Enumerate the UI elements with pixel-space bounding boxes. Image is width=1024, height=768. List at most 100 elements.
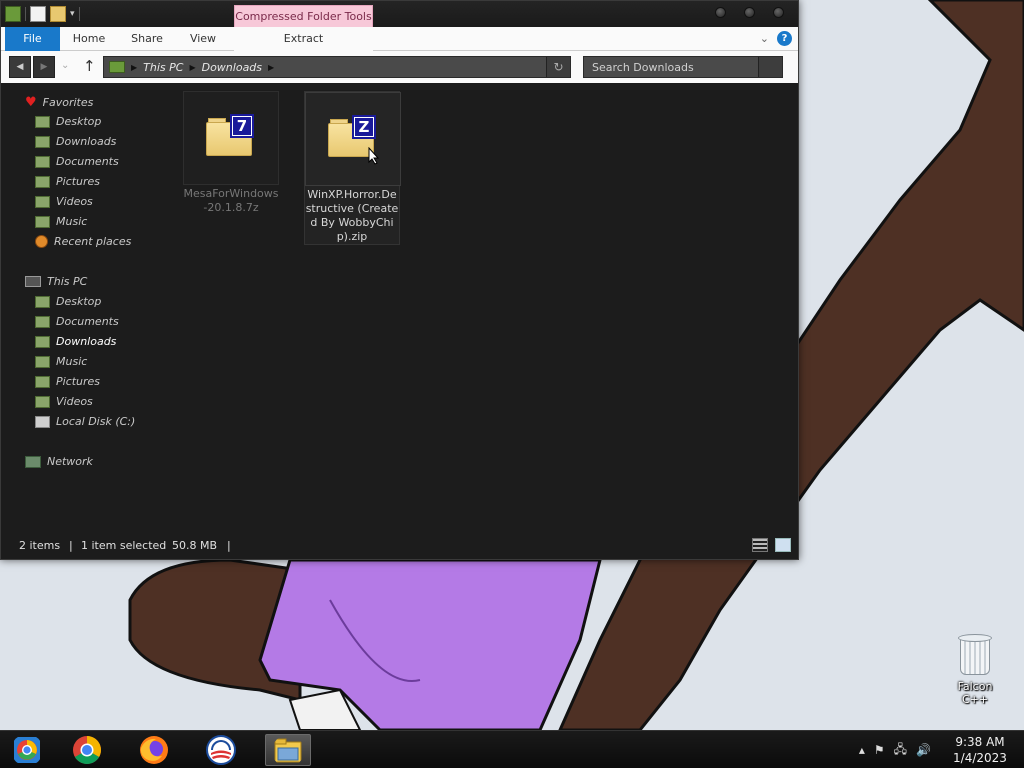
selection-size: 50.8 MB bbox=[172, 539, 218, 552]
tab-share[interactable]: Share bbox=[125, 27, 169, 51]
sidebar-item-fav-videos[interactable]: Videos bbox=[35, 195, 93, 208]
new-folder-icon[interactable] bbox=[50, 6, 66, 22]
file-name: MesaForWindows-20.1.8.7z bbox=[183, 187, 279, 214]
sidebar-item-videos[interactable]: Videos bbox=[35, 395, 93, 408]
clock-date: 1/4/2023 bbox=[953, 751, 1007, 765]
qat-dropdown-icon[interactable]: ▾ bbox=[70, 9, 75, 19]
refresh-button[interactable]: ↻ bbox=[546, 57, 570, 77]
nav-group-network[interactable]: Network bbox=[25, 455, 93, 468]
chevron-right-icon[interactable]: ▶ bbox=[189, 63, 195, 72]
sidebar-item-fav-downloads[interactable]: Downloads bbox=[35, 135, 116, 148]
address-bar[interactable]: ▶ This PC ▶ Downloads ▶ ↻ bbox=[103, 56, 571, 78]
sidebar-item-downloads[interactable]: Downloads bbox=[35, 335, 116, 348]
volume-icon[interactable]: 🔊 bbox=[916, 743, 931, 757]
tab-file[interactable]: File bbox=[5, 27, 60, 51]
contextual-tab-header: Compressed Folder Tools bbox=[234, 5, 373, 29]
back-button[interactable]: ◀ bbox=[9, 56, 31, 78]
large-icons-view-button[interactable] bbox=[775, 538, 791, 552]
sidebar-item-pictures[interactable]: Pictures bbox=[35, 375, 100, 388]
search-input[interactable] bbox=[584, 57, 758, 77]
file-item-winxp-horror[interactable]: Z WinXP.Horror.Destructive (Created By W… bbox=[304, 91, 401, 245]
sidebar-item-label: Music bbox=[56, 215, 88, 228]
sidebar-item-fav-music[interactable]: Music bbox=[35, 215, 87, 228]
forward-button[interactable]: ▶ bbox=[33, 56, 55, 78]
show-hidden-icons-icon[interactable]: ▴ bbox=[859, 743, 865, 757]
chevron-right-icon[interactable]: ▶ bbox=[131, 63, 137, 72]
sidebar-item-recent-places[interactable]: Recent places bbox=[35, 235, 131, 248]
computer-icon bbox=[25, 276, 41, 287]
clock[interactable]: 9:38 AM 1/4/2023 bbox=[940, 734, 1020, 766]
downloads-icon bbox=[35, 335, 50, 348]
details-view-button[interactable] bbox=[752, 538, 768, 552]
status-bar: 2 items | 1 item selected 50.8 MB | bbox=[1, 531, 798, 559]
taskbar-app-firefox[interactable] bbox=[133, 734, 175, 766]
taskbar-app-obama[interactable] bbox=[200, 734, 242, 766]
desktop-icon bbox=[35, 295, 50, 308]
expand-ribbon-icon[interactable]: ⌄ bbox=[760, 32, 769, 45]
breadcrumb-this-pc[interactable]: This PC bbox=[143, 61, 183, 74]
videos-icon bbox=[35, 395, 50, 408]
taskbar-app-chromium[interactable] bbox=[6, 734, 48, 766]
7z-archive-icon: 7 bbox=[206, 114, 256, 156]
nav-group-label: Favorites bbox=[42, 96, 94, 109]
explorer-app-icon bbox=[5, 6, 21, 22]
file-thumbnail: 7 bbox=[183, 91, 279, 185]
mouse-cursor-icon bbox=[368, 147, 380, 165]
sidebar-item-label: Downloads bbox=[56, 135, 117, 148]
network-status-icon[interactable]: 🖧 bbox=[894, 740, 907, 761]
file-item-mesa[interactable]: 7 MesaForWindows-20.1.8.7z bbox=[183, 91, 279, 215]
status-separator: | bbox=[69, 539, 73, 552]
chrome-icon bbox=[73, 736, 101, 764]
documents-icon bbox=[35, 315, 50, 328]
taskbar: ▴ ⚑ 🖧 🔊 9:38 AM 1/4/2023 bbox=[0, 730, 1024, 768]
sidebar-item-fav-pictures[interactable]: Pictures bbox=[35, 175, 100, 188]
obama-icon bbox=[206, 735, 236, 765]
sidebar-item-label: Recent places bbox=[54, 235, 132, 248]
tab-view[interactable]: View bbox=[183, 27, 223, 51]
file-explorer-icon bbox=[274, 738, 302, 763]
desktop-icon-label: Falcon C++ bbox=[957, 680, 993, 706]
videos-icon bbox=[35, 195, 50, 208]
folder-icon bbox=[109, 61, 125, 73]
action-center-flag-icon[interactable]: ⚑ bbox=[874, 743, 885, 757]
close-button[interactable] bbox=[773, 7, 784, 18]
help-icon[interactable]: ? bbox=[777, 31, 792, 46]
system-tray: ▴ ⚑ 🖧 🔊 9:38 AM 1/4/2023 bbox=[859, 731, 1024, 768]
file-explorer-window[interactable]: ▾ Compressed Folder Tools File Home Shar… bbox=[0, 0, 799, 560]
nav-group-favorites[interactable]: ♥ Favorites bbox=[25, 95, 93, 110]
nav-group-this-pc[interactable]: This PC bbox=[25, 275, 87, 288]
breadcrumb-downloads[interactable]: Downloads bbox=[202, 61, 262, 74]
archive-badge: Z bbox=[355, 118, 373, 136]
maximize-button[interactable] bbox=[744, 7, 755, 18]
title-bar[interactable]: ▾ Compressed Folder Tools bbox=[1, 1, 798, 29]
sidebar-item-documents[interactable]: Documents bbox=[35, 315, 119, 328]
music-icon bbox=[35, 215, 50, 228]
sidebar-item-label: Downloads bbox=[56, 335, 117, 348]
item-count: 2 items bbox=[19, 539, 61, 552]
sidebar-item-local-disk[interactable]: Local Disk (C:) bbox=[35, 415, 135, 428]
nav-group-label: This PC bbox=[47, 275, 88, 288]
chevron-right-icon[interactable]: ▶ bbox=[268, 63, 274, 72]
up-button[interactable]: ↑ bbox=[83, 57, 96, 75]
recent-locations-icon[interactable]: ⌄ bbox=[61, 60, 69, 71]
desktop-icon bbox=[35, 115, 50, 128]
music-icon bbox=[35, 355, 50, 368]
sidebar-item-label: Videos bbox=[56, 395, 93, 408]
properties-icon[interactable] bbox=[30, 6, 46, 22]
sidebar-item-fav-documents[interactable]: Documents bbox=[35, 155, 119, 168]
taskbar-app-file-explorer[interactable] bbox=[265, 734, 311, 766]
minimize-button[interactable] bbox=[715, 7, 726, 18]
search-icon[interactable] bbox=[758, 57, 782, 77]
sidebar-item-label: Videos bbox=[56, 195, 93, 208]
taskbar-app-chrome[interactable] bbox=[66, 734, 108, 766]
archive-badge: 7 bbox=[233, 117, 251, 135]
search-box[interactable] bbox=[583, 56, 783, 78]
sidebar-item-desktop[interactable]: Desktop bbox=[35, 295, 101, 308]
sidebar-item-fav-desktop[interactable]: Desktop bbox=[35, 115, 101, 128]
sidebar-item-label: Music bbox=[56, 355, 88, 368]
file-list[interactable]: 7 MesaForWindows-20.1.8.7z Z WinXP.Horro… bbox=[151, 85, 798, 525]
desktop-icon-recycle-bin[interactable]: Falcon C++ bbox=[944, 632, 1006, 706]
tab-extract[interactable]: Extract bbox=[234, 27, 373, 51]
sidebar-item-music[interactable]: Music bbox=[35, 355, 87, 368]
tab-home[interactable]: Home bbox=[67, 27, 111, 51]
